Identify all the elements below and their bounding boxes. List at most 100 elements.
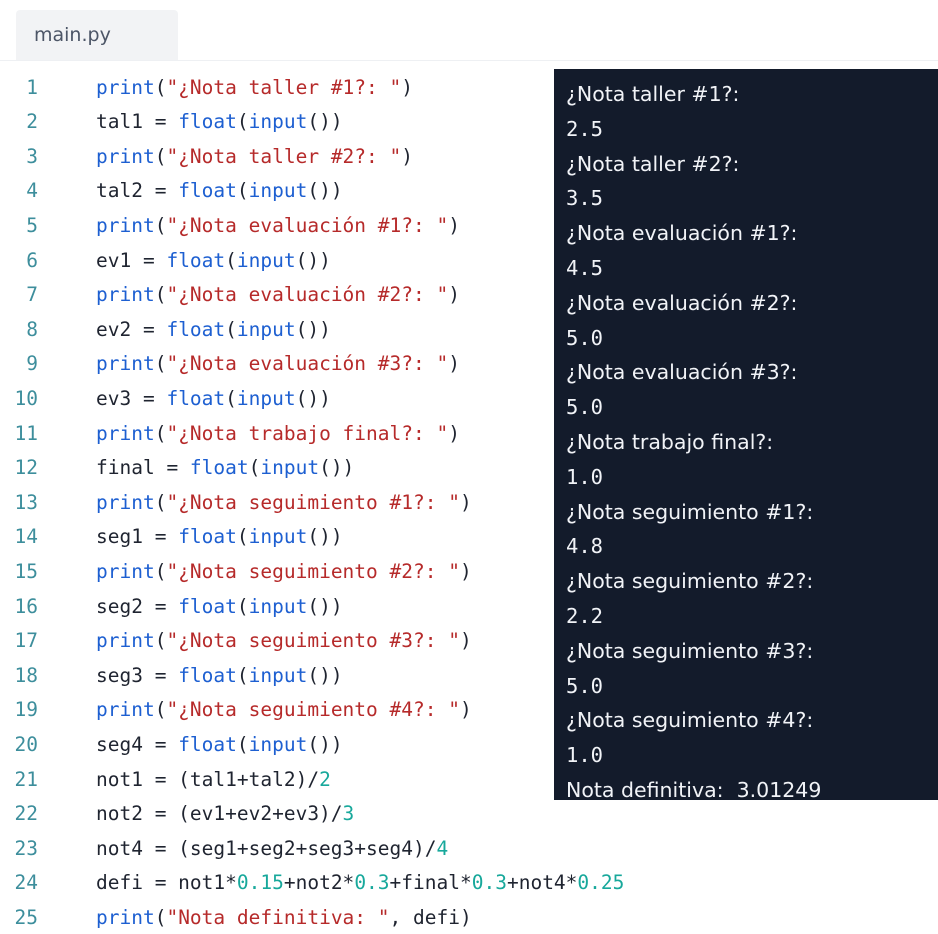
code-text: print("¿Nota evaluación #3?: ") [96,352,460,375]
tab-bar: main.py [0,0,938,61]
code-token: seg4 = [96,732,179,756]
code-text: print("¿Nota seguimiento #4?: ") [96,698,472,721]
code-token: ( [236,663,249,687]
code-text: tal2 = float(input()) [96,179,343,202]
code-token: ev2 = [96,317,167,341]
console-line: 5.0 [566,395,604,420]
console-line: ¿Nota trabajo final?: [566,430,774,454]
code-token: seg3 = [96,663,179,687]
line-number: 19 [14,698,38,722]
code-token: not2 = (ev1+ev2+ev3)/ [96,802,343,826]
code-token: 3 [342,802,355,826]
code-token: float [178,732,237,756]
code-token: "¿Nota trabajo final?: " [166,421,449,445]
code-token: print [96,559,155,583]
code-token: ( [225,248,237,272]
code-line[interactable]: 24 defi = not1*0.15+not2*0.3+final*0.3+no… [0,866,938,900]
code-text: ev2 = float(input()) [96,318,331,341]
code-token: input [260,456,320,480]
code-token: not4 = (seg1+seg2+seg3+seg4)/ [96,836,437,860]
code-token: ) [459,629,472,653]
code-token: "¿Nota seguimiento #2?: " [166,559,460,583]
code-token: "¿Nota seguimiento #3?: " [166,629,460,653]
line-number: 15 [14,559,38,583]
code-text: ev1 = float(input()) [96,249,331,272]
code-token: ) [459,490,472,514]
code-token: print [96,75,155,99]
console-line: 2.2 [566,604,604,628]
line-number: 4 [26,179,38,203]
line-number: 11 [14,421,38,445]
line-number: 24 [14,871,38,895]
line-number: 10 [14,386,38,410]
code-token: defi = not1* [96,871,237,895]
code-text: not1 = (tal1+tal2)/2 [96,768,331,791]
code-token: +final* [389,871,472,895]
code-token: float [189,456,249,480]
code-token: input [248,110,308,134]
code-token: float [166,317,226,341]
code-line[interactable]: 25 print("Nota definitiva: ", defi) [0,900,938,934]
code-token: input [248,594,308,618]
console-line: 4.5 [566,256,604,280]
code-token: ( [154,283,167,307]
code-token: ( [154,559,167,583]
code-token: float [166,248,226,272]
line-number: 23 [14,836,38,860]
code-token: ( [154,352,167,376]
line-number: 14 [14,525,38,549]
code-token: float [166,386,226,410]
line-number: 7 [26,283,38,307]
code-token: ( [236,179,249,203]
line-number: 8 [26,317,38,341]
line-number: 9 [26,352,38,376]
console-line: ¿Nota seguimiento #4?: [566,708,814,733]
code-line[interactable]: 22 not2 = (ev1+ev2+ev3)/3 [0,797,938,831]
file-tab-main-py[interactable]: main.py [16,10,178,60]
code-token: ( [154,213,167,237]
code-text: print("¿Nota seguimiento #3?: ") [96,629,472,652]
code-text: tal1 = float(input()) [96,110,343,133]
code-text: print("¿Nota seguimiento #1?: ") [96,491,472,514]
console-line: ¿Nota taller #1?: [566,82,740,106]
code-token: 0.3 [354,871,390,895]
console-line: ¿Nota evaluación #1?: [566,221,798,246]
console-line: 3.5 [566,186,604,211]
code-text: print("¿Nota seguimiento #2?: ") [96,560,472,583]
code-token: print [96,629,155,653]
code-text: print("¿Nota evaluación #2?: ") [96,283,460,306]
code-token: ) [448,213,460,237]
code-token: input [236,248,296,272]
code-token: "¿Nota seguimiento #4?: " [166,698,460,722]
code-token: "¿Nota evaluación #1?: " [166,213,449,237]
line-number: 2 [26,110,38,134]
file-tab-label: main.py [34,24,111,46]
code-token: input [248,663,308,687]
code-token: print [96,213,155,237]
code-token: +not4* [506,871,578,895]
code-token: ( [248,456,261,480]
console-line: 1.0 [566,743,604,768]
code-token: "¿Nota evaluación #3?: " [166,352,449,376]
code-token: ()) [319,456,355,480]
code-token: ()) [307,525,343,549]
line-number: 12 [14,456,38,480]
code-token: ) [448,421,460,445]
code-token: float [178,110,237,134]
code-token: 0.25 [577,871,625,895]
code-token: ()) [307,594,343,618]
code-text: seg4 = float(input()) [96,733,343,756]
code-token: input [248,732,308,756]
code-text: seg1 = float(input()) [96,525,343,548]
code-token: input [248,179,308,203]
code-line[interactable]: 23 not4 = (seg1+seg2+seg3+seg4)/4 [0,831,938,865]
line-number: 1 [26,75,38,99]
code-token: tal2 = [96,179,179,203]
code-token: float [178,594,237,618]
code-token: print [96,144,155,168]
code-text: not4 = (seg1+seg2+seg3+seg4)/4 [96,837,448,860]
code-token: ( [154,75,167,99]
code-token: print [96,352,155,376]
console-line: ¿Nota evaluación #3?: [566,360,798,385]
console-line: 5.0 [566,325,604,350]
